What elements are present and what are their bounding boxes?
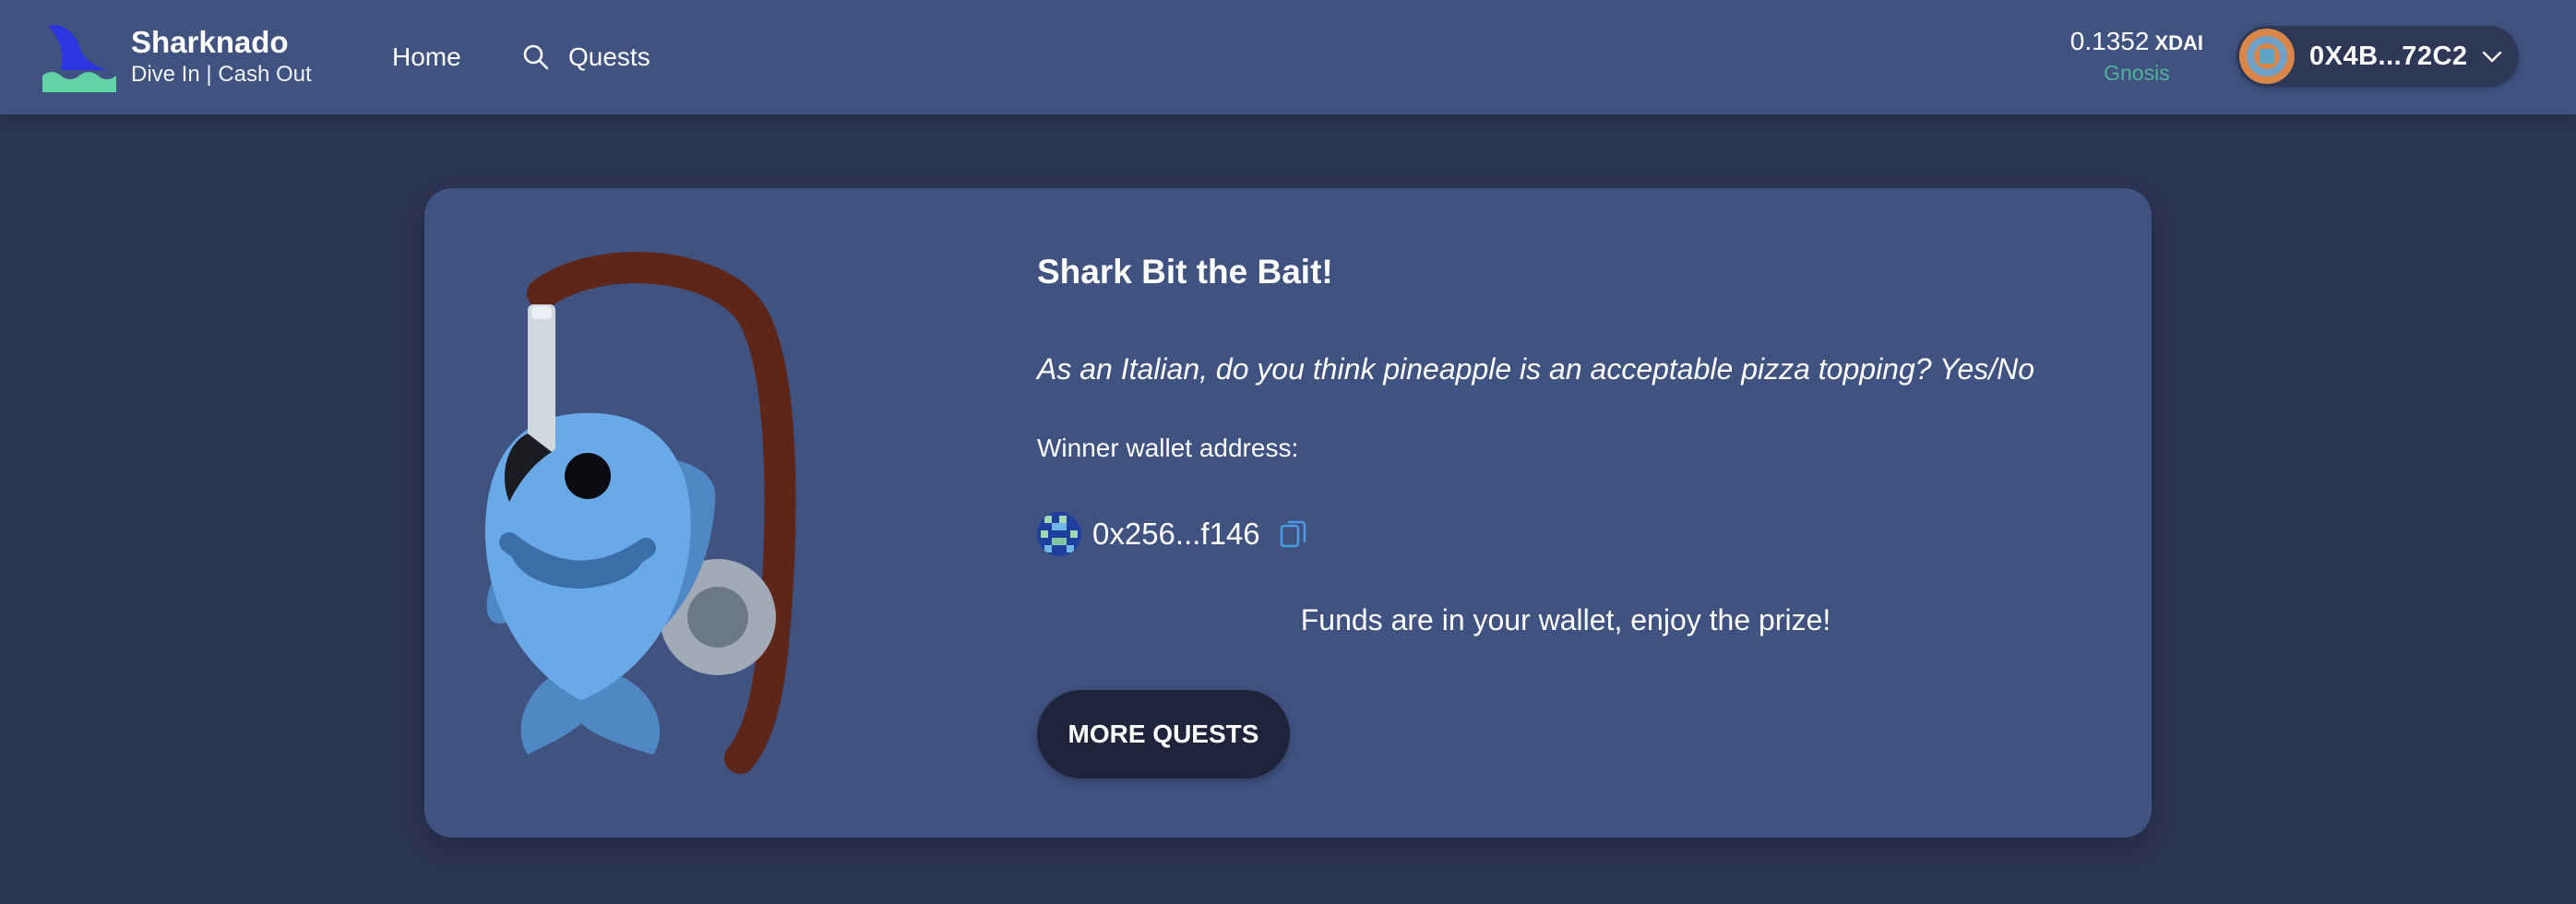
hook-line [528,304,555,452]
winner-label: Winner wallet address: [1037,434,1299,462]
winner-address-row: 0x256...f146 [1037,509,1308,559]
brand-tagline: Dive In | Cash Out [131,62,312,87]
fish-on-hook-illustration [484,252,796,774]
more-quests-button[interactable]: MORE QUESTS [1037,690,1290,779]
fish-eye [565,453,611,499]
winner-avatar [1037,512,1081,556]
brand[interactable]: Sharknado Dive In | Cash Out [42,20,312,94]
result-title: Shark Bit the Bait! [1037,253,1333,291]
quest-question: As an Italian, do you think pineapple is… [1037,352,2035,386]
success-message: Funds are in your wallet, enjoy the priz… [1300,603,1831,636]
nav-home-link[interactable]: Home [392,37,461,77]
balance-amount: 0.1352 [2069,27,2150,55]
winner-address: 0x256...f146 [1092,517,1260,551]
search-icon [523,44,549,70]
chevron-down-icon [2482,51,2501,63]
account-menu-button[interactable]: 0X4B...72C2 [2236,26,2519,87]
network-name: Gnosis [2104,61,2170,85]
nav-quests-label: Quests [568,42,650,71]
balance-unit: XDAI [2154,31,2203,54]
wallet-balance: 0.1352 XDAI Gnosis [2070,26,2203,87]
copy-icon[interactable] [1279,517,1308,551]
shark-fin-logo-icon [42,25,116,92]
account-address: 0X4B...72C2 [2309,41,2468,71]
account-avatar [2239,29,2295,84]
brand-title: Sharknado [131,25,289,59]
top-navigation-bar: Sharknado Dive In | Cash Out Home Quests… [0,0,2576,114]
quest-result-card: Shark Bit the Bait! As an Italian, do yo… [424,188,2152,838]
nav-quests-link[interactable]: Quests [522,37,650,77]
